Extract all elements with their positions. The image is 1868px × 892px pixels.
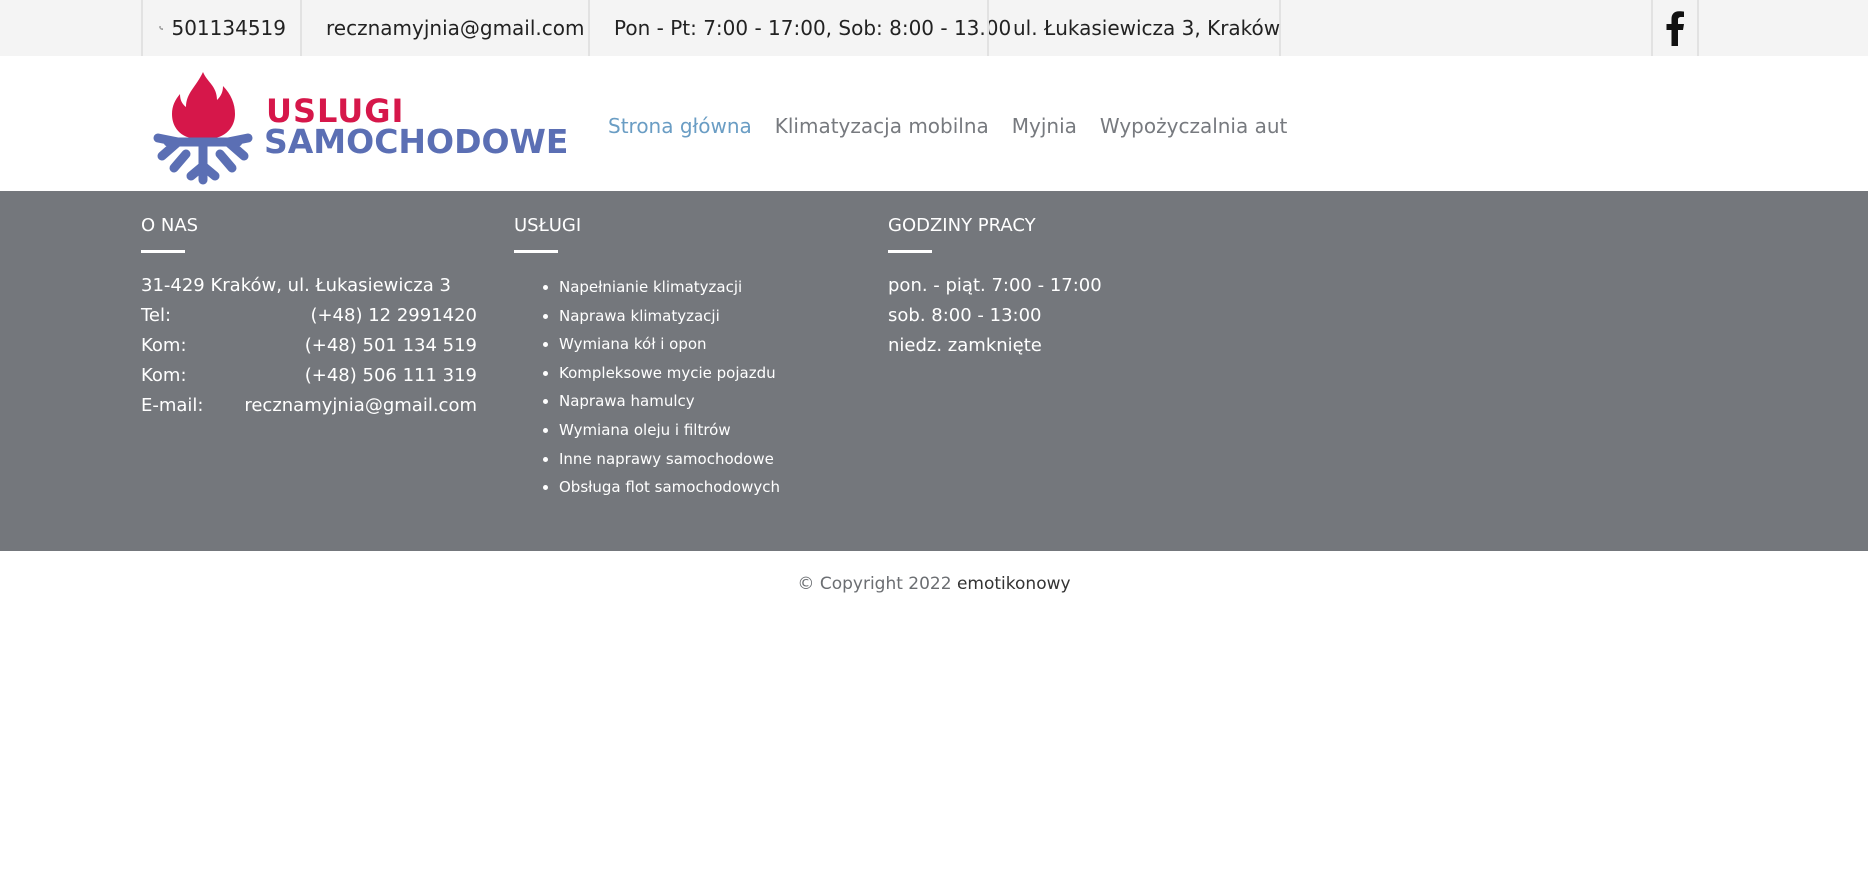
topbar-hours-text: Pon - Pt: 7:00 - 17:00, Sob: 8:00 - 13.0…	[614, 16, 1012, 40]
service-item: Obsługa flot samochodowych	[559, 473, 834, 502]
service-item: Kompleksowe mycie pojazdu	[559, 359, 834, 388]
nav-home[interactable]: Strona główna	[608, 114, 752, 138]
logo-text-line2: SAMOCHODOWE	[264, 122, 569, 161]
service-item: Wymiana kół i opon	[559, 330, 834, 359]
topbar-email-text: recznamyjnia@gmail.com	[326, 16, 585, 40]
service-item: Napełnianie klimatyzacji	[559, 273, 834, 302]
footer-services-title: USŁUGI	[514, 215, 582, 236]
facebook-icon	[1666, 11, 1684, 46]
footer-hours: GODZINY PRACY pon. - piąt. 7:00 - 17:00 …	[888, 215, 1188, 356]
footer-hours-title: GODZINY PRACY	[888, 215, 1036, 236]
footer-about: O NAS 31-429 Kraków, ul. Łukasiewicza 3 …	[141, 215, 477, 416]
contact-label: Tel:	[141, 305, 172, 326]
footer-hours-divider	[888, 250, 932, 253]
logo-flame-snowflake-icon	[153, 72, 253, 185]
hours-line: niedz. zamknięte	[888, 335, 1042, 356]
service-item: Naprawa hamulcy	[559, 387, 834, 416]
topbar-address[interactable]: ul. Łukasiewicza 3, Kraków	[987, 0, 1281, 56]
phone-icon	[159, 26, 163, 30]
topbar-email[interactable]: recznamyjnia@gmail.com	[300, 0, 588, 56]
copyright-brand-link[interactable]: emotikonowy	[957, 574, 1071, 594]
topbar-address-text: ul. Łukasiewicza 3, Kraków	[1013, 16, 1281, 40]
services-list: Napełnianie klimatyzacji Naprawa klimaty…	[514, 273, 834, 502]
service-item: Inne naprawy samochodowe	[559, 445, 834, 474]
footer-services-divider	[514, 250, 558, 253]
copyright: © Copyright 2022 emotikonowy	[0, 574, 1868, 594]
top-bar: 501134519 recznamyjnia@gmail.com Pon - P…	[0, 0, 1868, 56]
contact-label: Kom:	[141, 335, 187, 356]
footer-address: 31-429 Kraków, ul. Łukasiewicza 3	[141, 275, 451, 296]
footer-contact-row: E-mail: recznamyjnia@gmail.com	[141, 395, 477, 416]
facebook-link[interactable]	[1651, 0, 1699, 56]
service-item: Wymiana oleju i filtrów	[559, 416, 834, 445]
site-logo[interactable]: USLUGI SAMOCHODOWE	[148, 70, 568, 186]
contact-value[interactable]: (+48) 12 2991420	[310, 305, 477, 326]
site-footer: O NAS 31-429 Kraków, ul. Łukasiewicza 3 …	[0, 191, 1868, 551]
footer-services: USŁUGI Napełnianie klimatyzacji Naprawa …	[514, 215, 834, 502]
contact-label: Kom:	[141, 365, 187, 386]
contact-label: E-mail:	[141, 395, 204, 416]
hours-line: sob. 8:00 - 13:00	[888, 305, 1042, 326]
topbar-hours: Pon - Pt: 7:00 - 17:00, Sob: 8:00 - 13.0…	[588, 0, 1011, 56]
nav-mobile-ac[interactable]: Klimatyzacja mobilna	[775, 114, 989, 138]
contact-value[interactable]: (+48) 501 134 519	[305, 335, 477, 356]
nav-car-rental[interactable]: Wypożyczalnia aut	[1100, 114, 1287, 138]
topbar-phone-text: 501134519	[171, 16, 286, 40]
main-navigation: Strona główna Klimatyzacja mobilna Myjni…	[608, 114, 1287, 138]
service-item: Naprawa klimatyzacji	[559, 302, 834, 331]
footer-about-divider	[141, 250, 185, 253]
site-header: USLUGI SAMOCHODOWE Strona główna Klimaty…	[0, 56, 1868, 191]
contact-value[interactable]: (+48) 506 111 319	[305, 365, 477, 386]
copyright-text: © Copyright 2022	[797, 574, 952, 594]
topbar-phone[interactable]: 501134519	[141, 0, 300, 56]
contact-value[interactable]: recznamyjnia@gmail.com	[244, 395, 477, 416]
nav-car-wash[interactable]: Myjnia	[1012, 114, 1077, 138]
footer-contact-row: Tel: (+48) 12 2991420	[141, 305, 477, 326]
footer-contact-row: Kom: (+48) 501 134 519	[141, 335, 477, 356]
footer-contact-row: Kom: (+48) 506 111 319	[141, 365, 477, 386]
footer-about-title: O NAS	[141, 215, 199, 236]
hours-line: pon. - piąt. 7:00 - 17:00	[888, 275, 1102, 296]
